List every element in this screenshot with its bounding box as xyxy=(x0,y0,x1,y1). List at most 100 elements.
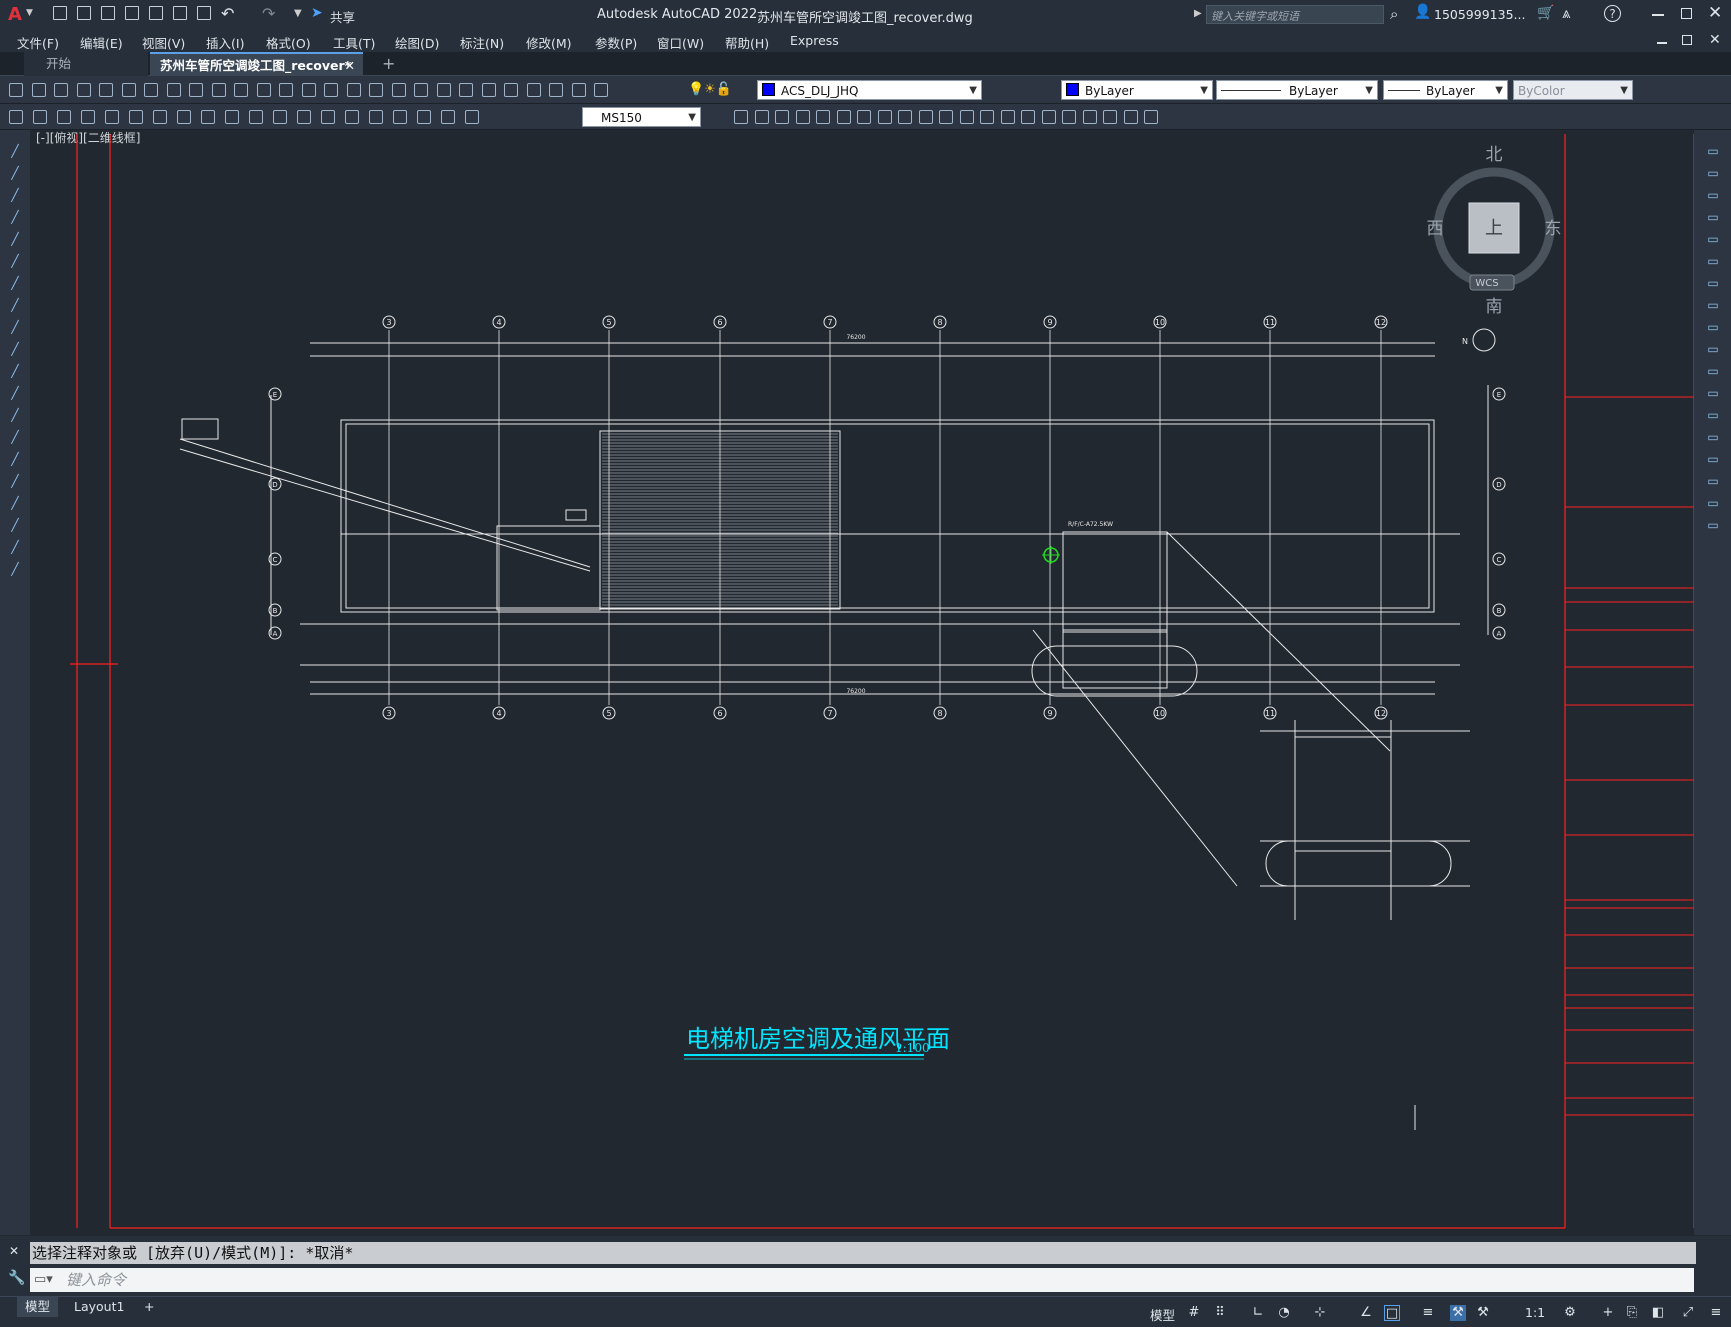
revcloud-icon[interactable]: ╱ xyxy=(8,298,22,312)
layer-thaw-icon[interactable] xyxy=(1021,110,1035,124)
extend-icon[interactable]: ▭ xyxy=(1706,364,1720,378)
insert-block-icon[interactable]: ╱ xyxy=(8,386,22,400)
zoom-previous-icon[interactable] xyxy=(391,83,406,97)
layer-unlock-icon[interactable] xyxy=(877,110,892,124)
save-as-icon[interactable] xyxy=(125,6,139,20)
user-name[interactable]: 1505999135... xyxy=(1434,7,1525,22)
3d-print-icon[interactable] xyxy=(144,83,158,97)
center-mark-icon[interactable] xyxy=(345,110,359,124)
model-space-button[interactable]: 模型 xyxy=(1150,1305,1175,1324)
save-icon[interactable] xyxy=(101,6,115,20)
mirror-icon[interactable]: ▭ xyxy=(1706,188,1720,202)
linetype-dropdown[interactable]: ByLayer ▼ xyxy=(1216,80,1378,100)
polygon-icon[interactable]: ╱ xyxy=(8,210,22,224)
app-menu-arrow-icon[interactable]: ▼ xyxy=(26,8,33,18)
dim-update-icon[interactable] xyxy=(465,110,479,124)
menu-window[interactable]: 窗口(W) xyxy=(657,33,704,52)
new-file-icon[interactable] xyxy=(53,6,67,20)
layer-walk-icon[interactable] xyxy=(918,110,933,124)
isodraft-icon[interactable]: ∠ xyxy=(1358,1305,1374,1321)
ortho-icon[interactable]: ∟ xyxy=(1250,1305,1266,1321)
inspection-icon[interactable] xyxy=(369,110,383,124)
tolerance-icon[interactable] xyxy=(321,110,335,124)
layer-dropdown[interactable]: ACS_DLJ_JHQ ▼ xyxy=(757,80,982,100)
osnap-icon[interactable]: □ xyxy=(1384,1305,1400,1321)
arc-icon[interactable]: ╱ xyxy=(8,188,22,202)
tool-palettes-icon[interactable] xyxy=(459,83,473,97)
command-settings-icon[interactable]: 🔧 xyxy=(8,1270,25,1286)
new-icon[interactable] xyxy=(9,83,23,97)
dim-edit-icon[interactable] xyxy=(417,110,431,124)
ellipse-icon[interactable]: ╱ xyxy=(8,342,22,356)
pan-icon[interactable] xyxy=(324,83,338,97)
layer-on-icon[interactable] xyxy=(1041,110,1056,124)
clean-screen-icon[interactable]: ⤢ xyxy=(1680,1305,1696,1321)
lineweight-dropdown[interactable]: ByLayer ▼ xyxy=(1383,80,1508,100)
snap-icon[interactable]: ⠿ xyxy=(1212,1305,1228,1321)
save-web-icon[interactable] xyxy=(173,6,187,20)
join-icon[interactable]: ▭ xyxy=(1706,430,1720,444)
dim-break-icon[interactable] xyxy=(297,110,311,124)
menu-view[interactable]: 视图(V) xyxy=(142,33,185,52)
circle-icon[interactable]: ╱ xyxy=(8,276,22,290)
layer-merge-icon[interactable] xyxy=(959,110,974,124)
make-current-icon[interactable] xyxy=(898,110,912,124)
add-layout-button[interactable]: + xyxy=(136,1297,162,1317)
search-icon[interactable]: ⌕ xyxy=(1390,5,1398,23)
blend-icon[interactable]: ▭ xyxy=(1706,496,1720,510)
block-editor-icon[interactable] xyxy=(256,83,271,97)
break-at-point-icon[interactable]: ▭ xyxy=(1706,386,1720,400)
units-icon[interactable]: ⎘ xyxy=(1624,1305,1640,1321)
annotation-scale[interactable]: 1:1 xyxy=(1525,1305,1545,1320)
tab-close-icon[interactable]: ✕ xyxy=(345,54,355,78)
sheet-set-icon[interactable] xyxy=(481,83,496,97)
plotstyle-dropdown[interactable]: ByColor ▼ xyxy=(1513,80,1633,100)
cart-icon[interactable]: 🛒 xyxy=(1537,5,1554,21)
paste-icon[interactable] xyxy=(211,83,226,97)
search-input[interactable]: 键入关键字或短语 xyxy=(1206,5,1384,24)
open-web-icon[interactable] xyxy=(149,6,163,20)
redo-icon[interactable] xyxy=(301,83,316,97)
share-icon[interactable]: ➤ xyxy=(311,5,323,21)
attribute-icon[interactable] xyxy=(1082,110,1097,124)
menu-insert[interactable]: 插入(I) xyxy=(206,33,244,52)
open-file-icon[interactable] xyxy=(77,6,91,20)
line-icon[interactable]: ╱ xyxy=(8,144,22,158)
plot-icon[interactable] xyxy=(76,83,91,97)
diameter-icon[interactable] xyxy=(153,110,167,124)
xref-icon[interactable] xyxy=(1103,110,1117,124)
jogged-linear-icon[interactable] xyxy=(393,110,407,124)
layer-states-icon[interactable] xyxy=(594,83,608,97)
add-icon[interactable]: + xyxy=(1600,1305,1616,1321)
copy-to-layer-icon[interactable] xyxy=(939,110,953,124)
tab-layout1[interactable]: Layout1 xyxy=(66,1297,132,1317)
vp-freeze-icon[interactable] xyxy=(1000,110,1015,124)
move-icon[interactable]: ▭ xyxy=(1706,254,1720,268)
plot-preview-icon[interactable] xyxy=(99,83,113,97)
drawing-canvas[interactable]: [-][俯视][二维线框] 3 3 4 4 5 5 6 6 7 7 8 8 9 … xyxy=(30,130,1694,1235)
spline-icon[interactable]: ╱ xyxy=(8,320,22,334)
layer-previous-icon[interactable] xyxy=(754,110,769,124)
tab-start[interactable]: 开始 xyxy=(24,52,148,76)
menu-edit[interactable]: 编辑(E) xyxy=(80,33,123,52)
gradient-icon[interactable]: ╱ xyxy=(8,474,22,488)
dim-text-edit-icon[interactable] xyxy=(441,110,455,124)
save-icon[interactable] xyxy=(54,83,68,97)
doc-close-icon[interactable]: ✕ xyxy=(1709,32,1721,48)
array-icon[interactable]: ▭ xyxy=(1706,232,1720,246)
tab-document[interactable]: 苏州车管所空调竣工图_recover* ✕ xyxy=(150,52,363,76)
annotation-visibility-icon[interactable]: ⚒ xyxy=(1475,1305,1491,1321)
menu-help[interactable]: 帮助(H) xyxy=(725,33,769,52)
annotation-scale-icon[interactable]: ⚒ xyxy=(1450,1305,1466,1321)
arc-2-icon[interactable]: ╱ xyxy=(8,254,22,268)
layer-lock-icon[interactable] xyxy=(857,110,871,124)
customize-qat-icon[interactable]: ▼ xyxy=(294,8,302,19)
angular-icon[interactable] xyxy=(177,110,191,124)
hatch-icon[interactable]: ╱ xyxy=(8,452,22,466)
help-icon[interactable]: ? xyxy=(1604,5,1621,22)
table-icon[interactable]: ╱ xyxy=(8,518,22,532)
a360-icon[interactable]: ⩓ xyxy=(1562,4,1570,22)
polyline-icon[interactable]: ╱ xyxy=(8,166,22,180)
scale-icon[interactable]: ▭ xyxy=(1706,298,1720,312)
layer-properties-icon[interactable] xyxy=(571,83,586,97)
